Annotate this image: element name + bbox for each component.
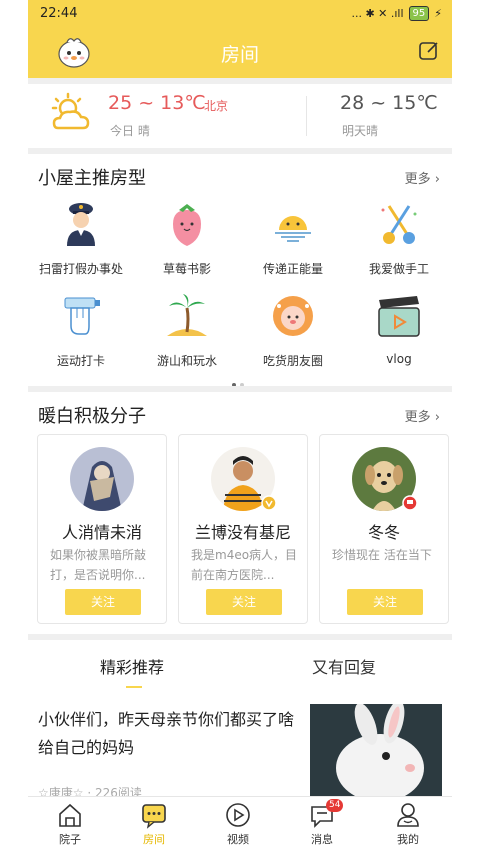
clapperboard-icon — [378, 296, 420, 337]
room-item[interactable]: vlog — [346, 288, 452, 376]
status-time: 22:44 — [40, 5, 78, 21]
donut-icon — [273, 296, 313, 336]
chat-room-icon — [142, 804, 166, 829]
weather-panel[interactable]: 25 ~ 13℃ 北京 今日 晴 28 ~ 15℃ 明天晴 — [28, 84, 452, 148]
member-name: 人消情未消 — [61, 523, 142, 542]
nav-label: 视频 — [227, 833, 249, 846]
rabbit-thumbnail — [310, 704, 442, 796]
article-title: 小伙伴们，昨天母亲节你们都买了啥给自己的妈妈 — [38, 710, 295, 757]
palm-tree-icon — [167, 294, 207, 336]
room-label: 传递正能量 — [262, 262, 323, 276]
members-more-link[interactable]: 更多 › — [405, 406, 440, 425]
charging-icon: ⚡ — [434, 6, 442, 20]
article-item[interactable]: 小伙伴们，昨天母亲节你们都买了啥给自己的妈妈 ☆康康☆ · 226阅读 — [28, 700, 452, 796]
tab-replies[interactable]: 又有回复 — [312, 654, 376, 678]
follow-button[interactable]: 关注 — [347, 589, 423, 615]
feed-tabs: 精彩推荐 又有回复 — [28, 646, 452, 690]
signal-icons: ... ✱ ✕ .ıll — [351, 6, 404, 20]
nav-messages[interactable]: 54 消息 — [292, 799, 352, 847]
nav-label: 消息 — [311, 833, 333, 846]
city-label: 北京 — [204, 99, 229, 113]
room-label: 我爱做手工 — [368, 262, 429, 276]
user-icon — [397, 803, 419, 827]
follow-button[interactable]: 关注 — [206, 589, 282, 615]
room-item[interactable]: 运动打卡 — [28, 288, 134, 376]
room-item[interactable]: 草莓书影 — [134, 196, 240, 284]
room-label: 游山和玩水 — [156, 354, 217, 368]
police-icon — [67, 203, 95, 246]
member-card[interactable]: 冬冬 珍惜现在 活在当下 关注 — [319, 434, 449, 624]
room-item[interactable]: 吃货朋友圈 — [240, 288, 346, 376]
rooms-title: 小屋主推房型 — [38, 168, 146, 189]
follow-button[interactable]: 关注 — [65, 589, 141, 615]
divider — [28, 634, 452, 640]
battery-icon: 95 — [408, 5, 430, 21]
unread-badge: 54 — [326, 799, 344, 812]
member-card[interactable]: 人消情未消 如果你被黑暗所敲打，是否说明你... 关注 — [37, 434, 167, 624]
members-section-header: 暖白积极分子 更多 › — [28, 392, 452, 432]
partly-sunny-icon — [51, 92, 90, 130]
edit-icon[interactable] — [418, 40, 440, 62]
scissors-icon — [381, 205, 417, 244]
nav-room[interactable]: 房间 — [124, 801, 184, 847]
room-item[interactable]: 传递正能量 — [240, 196, 346, 284]
status-bar: 22:44 ... ✱ ✕ .ıll 95 ⚡ — [28, 0, 452, 26]
page-title: 房间 — [220, 44, 259, 66]
nav-label: 我的 — [397, 833, 419, 846]
verified-badge-icon — [261, 495, 277, 511]
nav-video[interactable]: 视频 — [208, 801, 268, 847]
room-item[interactable]: 扫雷打假办事处 — [28, 196, 134, 284]
member-desc: 珍惜现在 活在当下 — [332, 548, 432, 562]
rooms-section-header: 小屋主推房型 更多 › — [28, 154, 452, 194]
member-desc: 我是m4eo病人，目前在南方医院... — [191, 548, 298, 582]
room-label: vlog — [386, 352, 412, 366]
room-label: 扫雷打假办事处 — [38, 262, 123, 276]
active-tab-indicator — [126, 686, 142, 688]
room-type-grid: 扫雷打假办事处 草莓书影 传递正能量 我爱做手工 运动打卡 游山和玩水 吃货朋友… — [28, 196, 452, 380]
member-card[interactable]: 兰博没有基尼 我是m4eo病人，目前在南方医院... 关注 — [178, 434, 308, 624]
member-name: 冬冬 — [367, 523, 400, 542]
bottom-nav: 院子 房间 视频 54 消息 我的 — [28, 796, 452, 850]
rooms-more-link[interactable]: 更多 › — [405, 168, 440, 187]
nav-label: 房间 — [143, 833, 165, 846]
strawberry-icon — [173, 204, 201, 246]
nav-profile[interactable]: 我的 — [378, 801, 438, 847]
today-temp: 25 ~ 13℃ — [108, 92, 206, 114]
status-icons: ... ✱ ✕ .ıll 95 ⚡ — [351, 5, 442, 21]
room-item[interactable]: 游山和玩水 — [134, 288, 240, 376]
play-icon — [226, 803, 250, 827]
weather-divider — [306, 96, 307, 136]
member-desc: 如果你被黑暗所敲打，是否说明你... — [50, 548, 147, 582]
avatar — [70, 447, 134, 511]
members-title: 暖白积极分子 — [38, 406, 146, 427]
today-label: 今日 晴 — [110, 124, 150, 138]
room-label: 运动打卡 — [56, 354, 105, 368]
flag-badge-icon — [402, 495, 418, 511]
article-meta: ☆康康☆ · 226阅读 — [38, 786, 142, 796]
room-item[interactable]: 我爱做手工 — [346, 196, 452, 284]
sunrise-icon — [275, 216, 311, 242]
tomorrow-temp: 28 ~ 15℃ — [340, 92, 438, 114]
member-name: 兰博没有基尼 — [194, 523, 291, 542]
header: 房间 — [28, 26, 452, 78]
room-label: 草莓书影 — [162, 262, 211, 276]
tomorrow-label: 明天晴 — [342, 124, 379, 138]
nav-yard[interactable]: 院子 — [40, 801, 100, 847]
fist-bottle-icon — [64, 297, 100, 335]
room-label: 吃货朋友圈 — [262, 354, 323, 368]
tab-featured[interactable]: 精彩推荐 — [100, 654, 164, 678]
house-icon — [59, 803, 81, 827]
nav-label: 院子 — [59, 833, 81, 846]
